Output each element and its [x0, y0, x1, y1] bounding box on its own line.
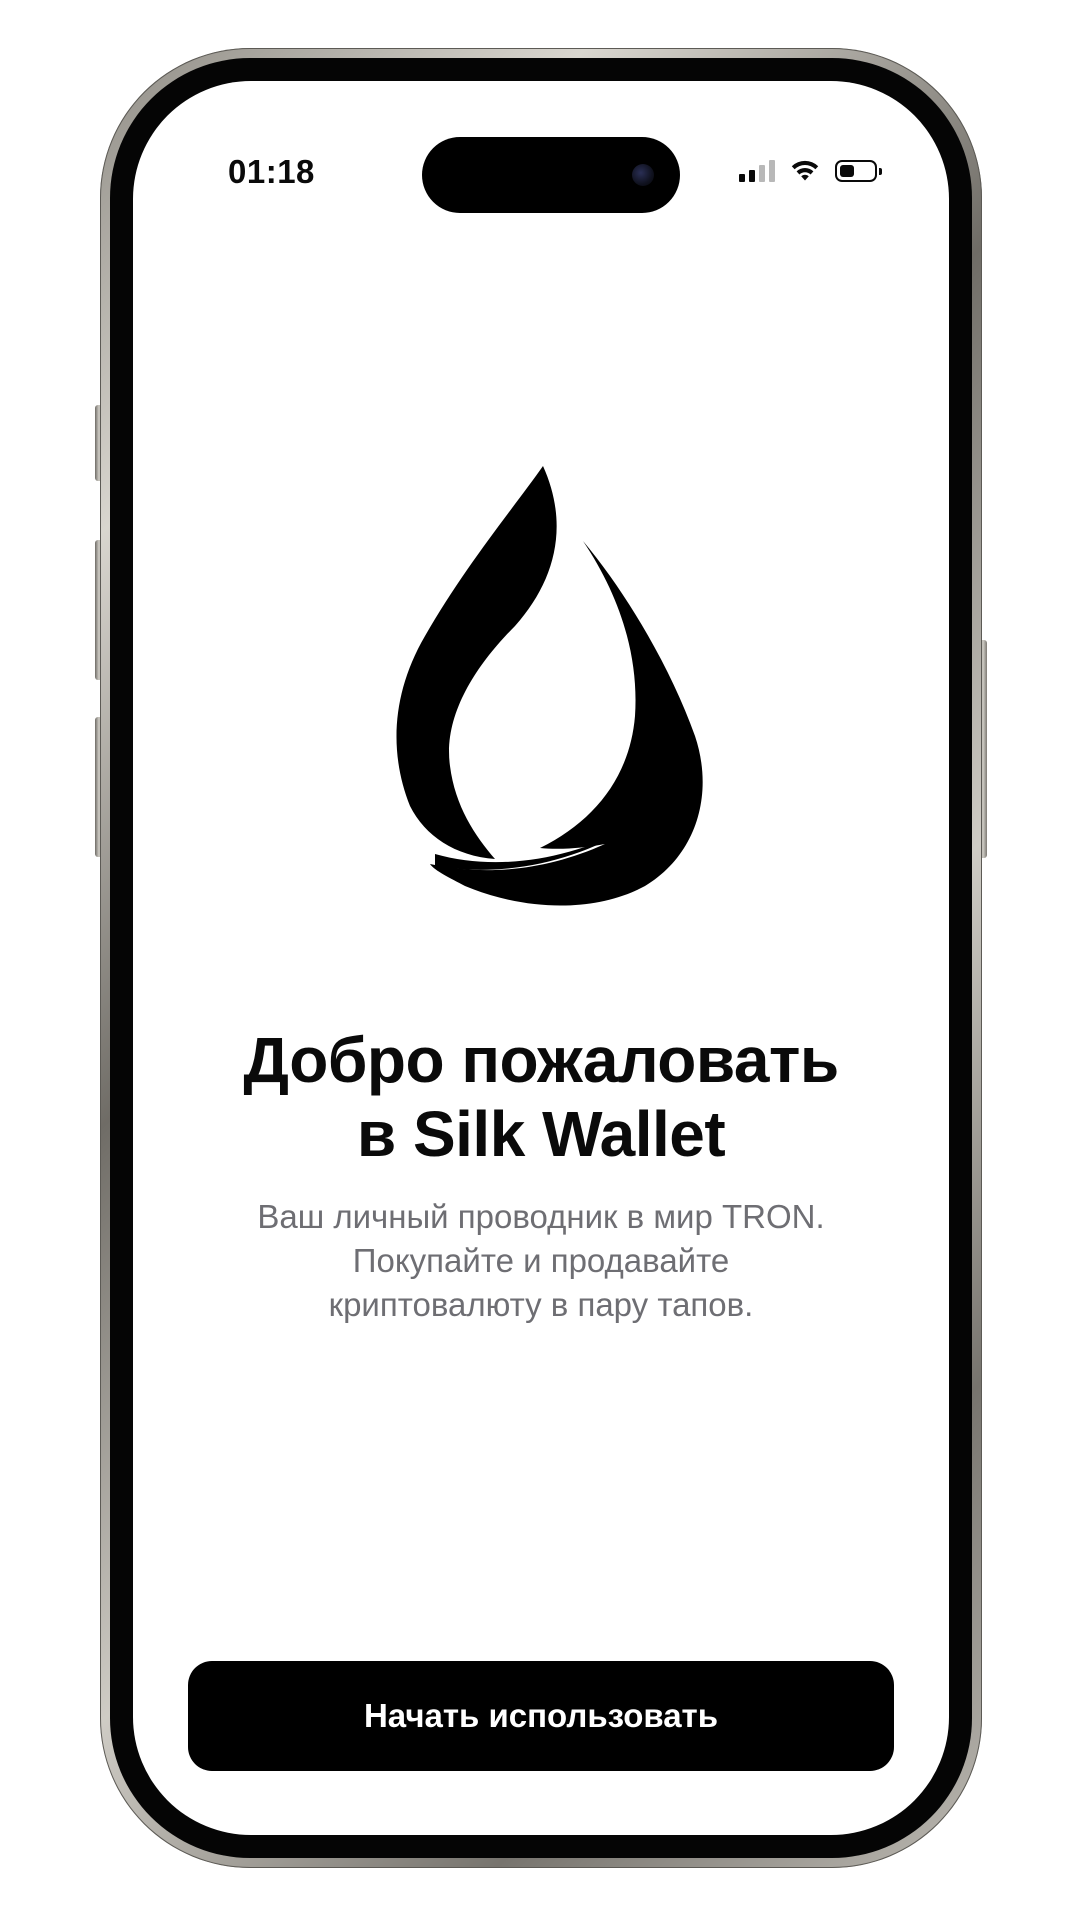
signal-bar	[759, 165, 765, 182]
logo-left-swirl	[396, 466, 557, 859]
silk-drop-logo-icon	[396, 466, 703, 906]
welcome-subtitle-line3: криптовалюту в пару тапов.	[328, 1286, 754, 1323]
welcome-title-line2: в Silk Wallet	[356, 1098, 726, 1170]
cellular-signal-icon	[739, 160, 775, 182]
status-time: 01:18	[228, 153, 315, 190]
signal-bar	[749, 170, 755, 182]
signal-bar	[769, 160, 775, 182]
battery-icon	[835, 160, 882, 182]
status-icons	[739, 159, 882, 183]
front-camera-icon	[632, 164, 654, 186]
welcome-subtitle-line2: Покупайте и продавайте	[352, 1242, 730, 1279]
battery-cap	[879, 168, 882, 175]
start-button[interactable]: Начать использовать	[188, 1661, 894, 1771]
welcome-subtitle: Ваш личный проводник в мир TRON. Покупай…	[193, 1195, 889, 1327]
stage: 01:18 Добро пожаловать в Silk Wallet Ваш…	[0, 0, 1080, 1920]
battery-fill	[840, 165, 854, 177]
welcome-title-line1: Добро пожаловать	[243, 1024, 839, 1096]
welcome-title: Добро пожаловать в Silk Wallet	[133, 1023, 949, 1171]
phone-frame: 01:18 Добро пожаловать в Silk Wallet Ваш…	[100, 48, 982, 1868]
wifi-icon	[791, 160, 819, 181]
phone-screen: 01:18 Добро пожаловать в Silk Wallet Ваш…	[133, 81, 949, 1835]
welcome-subtitle-line1: Ваш личный проводник в мир TRON.	[257, 1198, 825, 1235]
dynamic-island	[422, 137, 680, 213]
signal-bar	[739, 174, 745, 182]
phone-bezel: 01:18 Добро пожаловать в Silk Wallet Ваш…	[110, 58, 972, 1858]
